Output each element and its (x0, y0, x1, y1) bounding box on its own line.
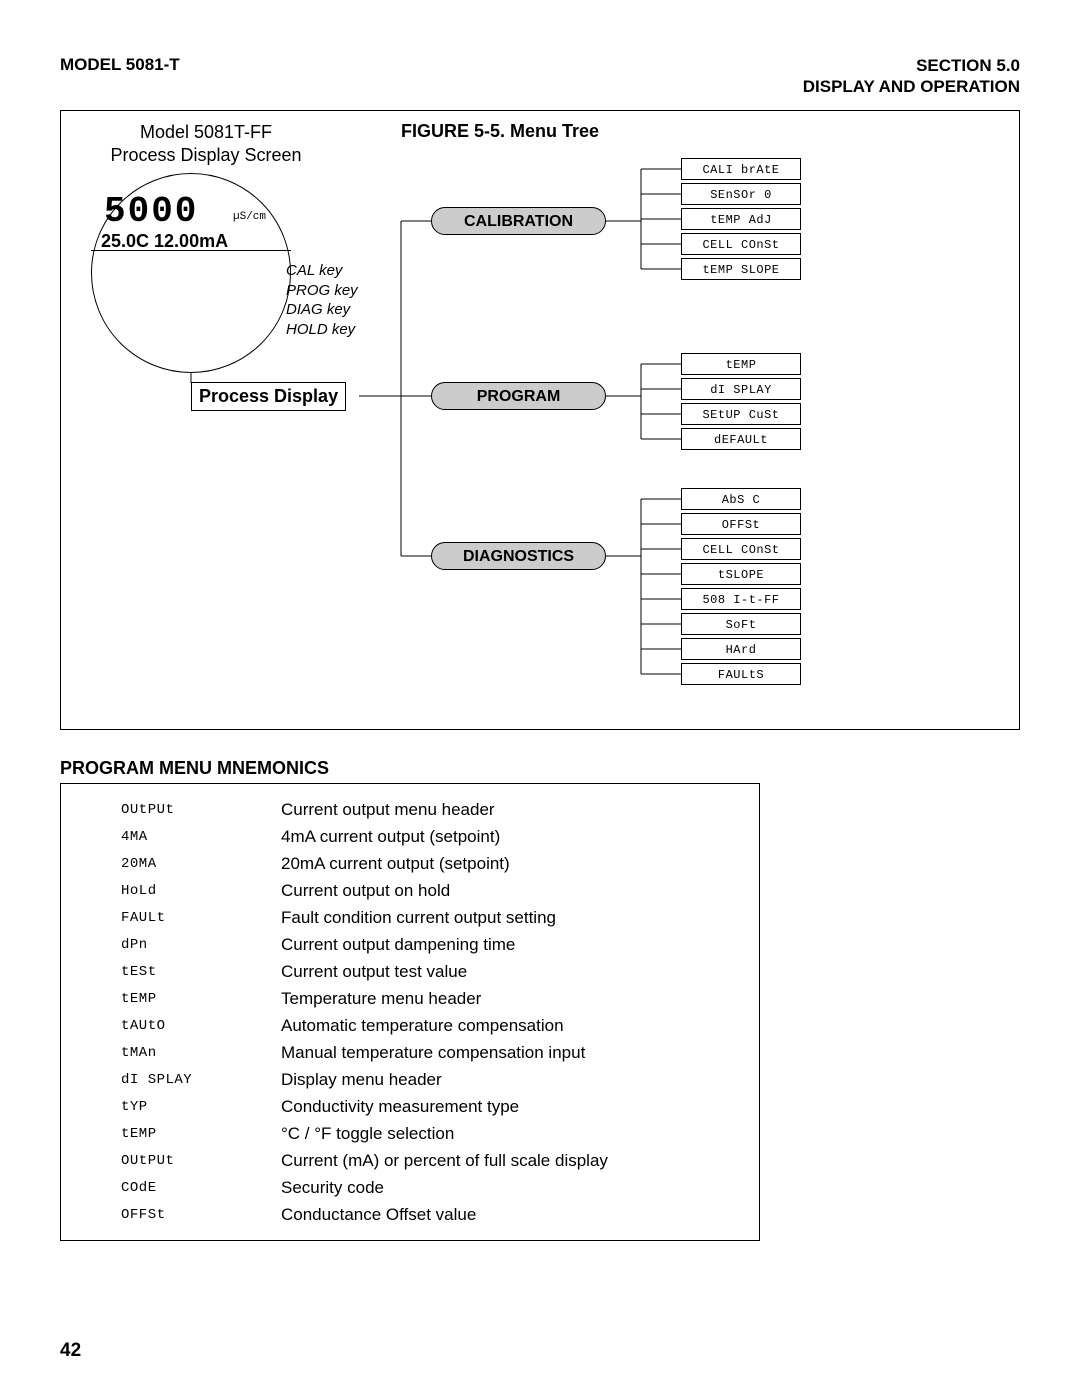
diag-item-1: OFFSt (681, 513, 801, 535)
mnemonic-code: tMAn (61, 1039, 281, 1066)
key-diag: DIAG key (286, 300, 358, 320)
prog-item-2: SEtUP CuSt (681, 403, 801, 425)
display-sub-value: 25.0C 12.00mA (101, 231, 228, 252)
cal-item-2: tEMP AdJ (681, 208, 801, 230)
mnemonic-code: OFFSt (61, 1201, 281, 1228)
mnemonics-title: PROGRAM MENU MNEMONICS (60, 758, 329, 779)
mnemonic-code: tEMP (61, 1120, 281, 1147)
key-hold: HOLD key (286, 320, 358, 340)
table-row: HoLdCurrent output on hold (61, 877, 759, 904)
cal-item-3: CELL COnSt (681, 233, 801, 255)
mnemonic-code: 4MA (61, 823, 281, 850)
mnemonic-desc: Current output on hold (281, 877, 759, 904)
display-screen-label: Model 5081T-FF Process Display Screen (101, 121, 311, 166)
mnemonic-desc: Automatic temperature compensation (281, 1012, 759, 1039)
mnemonic-desc: 4mA current output (setpoint) (281, 823, 759, 850)
mnemonic-desc: Current output test value (281, 958, 759, 985)
cal-item-4: tEMP SLOPE (681, 258, 801, 280)
table-row: 20MA20mA current output (setpoint) (61, 850, 759, 877)
diag-item-3: tSLOPE (681, 563, 801, 585)
model-line1: Model 5081T-FF (140, 122, 272, 142)
diag-item-5: SoFt (681, 613, 801, 635)
page-number: 42 (60, 1340, 81, 1362)
mnemonic-desc: Current output dampening time (281, 931, 759, 958)
mnemonic-code: tAUtO (61, 1012, 281, 1039)
diag-item-6: HArd (681, 638, 801, 660)
table-row: 4MA4mA current output (setpoint) (61, 823, 759, 850)
table-row: COdESecurity code (61, 1174, 759, 1201)
mnemonic-desc: 20mA current output (setpoint) (281, 850, 759, 877)
table-row: OUtPUtCurrent output menu header (61, 796, 759, 823)
mnemonic-desc: Conductance Offset value (281, 1201, 759, 1228)
header-section-line1: SECTION 5.0 (803, 55, 1020, 76)
table-row: FAULtFault condition current output sett… (61, 904, 759, 931)
mnemonic-code: COdE (61, 1174, 281, 1201)
mnemonic-desc: Manual temperature compensation input (281, 1039, 759, 1066)
display-main-value: 5000 (104, 191, 198, 232)
mnemonic-code: HoLd (61, 877, 281, 904)
mnemonic-code: tEMP (61, 985, 281, 1012)
diag-item-4: 508 I-t-FF (681, 588, 801, 610)
cal-item-1: SEnSOr 0 (681, 183, 801, 205)
prog-item-1: dI SPLAY (681, 378, 801, 400)
key-prog: PROG key (286, 281, 358, 301)
mnemonic-desc: Current output menu header (281, 796, 759, 823)
mnemonic-code: dPn (61, 931, 281, 958)
mnemonic-code: tYP (61, 1093, 281, 1120)
table-row: tMAnManual temperature compensation inpu… (61, 1039, 759, 1066)
table-row: tEMP°C / °F toggle selection (61, 1120, 759, 1147)
mnemonic-code: OUtPUt (61, 796, 281, 823)
menu-program: PROGRAM (431, 382, 606, 410)
figure-box: FIGURE 5-5. Menu Tree Model 5081T-FF Pro… (60, 110, 1020, 730)
menu-diagnostics: DIAGNOSTICS (431, 542, 606, 570)
header-section: SECTION 5.0 DISPLAY AND OPERATION (803, 55, 1020, 98)
table-row: tAUtOAutomatic temperature compensation (61, 1012, 759, 1039)
document-page: MODEL 5081-T SECTION 5.0 DISPLAY AND OPE… (0, 0, 1080, 95)
table-row: dPnCurrent output dampening time (61, 931, 759, 958)
diag-item-7: FAULtS (681, 663, 801, 685)
mnemonic-code: OUtPUt (61, 1147, 281, 1174)
mnemonic-code: 20MA (61, 850, 281, 877)
figure-title: FIGURE 5-5. Menu Tree (401, 121, 599, 142)
mnemonics-table-box: OUtPUtCurrent output menu header4MA4mA c… (60, 783, 760, 1241)
table-row: tEMPTemperature menu header (61, 985, 759, 1012)
display-unit: µS/cm (233, 211, 266, 223)
mnemonic-desc: Display menu header (281, 1066, 759, 1093)
mnemonic-code: tESt (61, 958, 281, 985)
table-row: dI SPLAYDisplay menu header (61, 1066, 759, 1093)
table-row: tEStCurrent output test value (61, 958, 759, 985)
table-row: OUtPUtCurrent (mA) or percent of full sc… (61, 1147, 759, 1174)
header-section-line2: DISPLAY AND OPERATION (803, 76, 1020, 97)
model-line2: Process Display Screen (110, 145, 301, 165)
mnemonic-desc: Security code (281, 1174, 759, 1201)
prog-item-0: tEMP (681, 353, 801, 375)
mnemonic-desc: Conductivity measurement type (281, 1093, 759, 1120)
mnemonic-desc: °C / °F toggle selection (281, 1120, 759, 1147)
mnemonic-code: FAULt (61, 904, 281, 931)
key-cal: CAL key (286, 261, 358, 281)
mnemonic-desc: Current (mA) or percent of full scale di… (281, 1147, 759, 1174)
mnemonic-desc: Temperature menu header (281, 985, 759, 1012)
process-display-box: Process Display (191, 382, 346, 411)
header-model: MODEL 5081-T (60, 55, 180, 75)
menu-calibration: CALIBRATION (431, 207, 606, 235)
mnemonics-table: OUtPUtCurrent output menu header4MA4mA c… (61, 796, 759, 1228)
diag-item-2: CELL COnSt (681, 538, 801, 560)
mnemonic-desc: Fault condition current output setting (281, 904, 759, 931)
diag-item-0: AbS C (681, 488, 801, 510)
table-row: OFFStConductance Offset value (61, 1201, 759, 1228)
key-list: CAL key PROG key DIAG key HOLD key (286, 261, 358, 339)
prog-item-3: dEFAULt (681, 428, 801, 450)
mnemonic-code: dI SPLAY (61, 1066, 281, 1093)
table-row: tYPConductivity measurement type (61, 1093, 759, 1120)
cal-item-0: CALI brAtE (681, 158, 801, 180)
